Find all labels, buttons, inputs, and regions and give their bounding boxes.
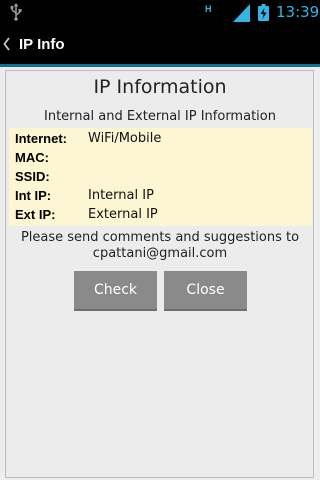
close-button[interactable]: Close	[164, 271, 247, 311]
internet-value: WiFi/Mobile	[88, 131, 162, 146]
dialog-subtitle: Internal and External IP Information	[44, 109, 276, 124]
info-row-ssid: SSID:	[15, 168, 295, 186]
status-clock: 13:39	[276, 3, 320, 21]
action-bar: IP Info	[0, 25, 320, 64]
network-type-label: H	[205, 4, 212, 14]
int-ip-label: Int IP:	[15, 188, 52, 203]
info-row-ext-ip: Ext IP: External IP	[15, 206, 295, 224]
int-ip-value: Internal IP	[88, 188, 154, 203]
info-row-int-ip: Int IP: Internal IP	[15, 187, 295, 205]
mac-label: MAC:	[15, 150, 49, 165]
usb-icon	[10, 3, 22, 21]
action-bar-divider	[0, 64, 320, 67]
info-row-mac: MAC:	[15, 149, 295, 167]
ssid-label: SSID:	[15, 169, 50, 184]
chevron-left-icon[interactable]	[3, 37, 11, 51]
info-row-internet: Internet: WiFi/Mobile	[15, 130, 295, 148]
ext-ip-value: External IP	[88, 207, 158, 222]
ext-ip-label: Ext IP:	[15, 207, 56, 222]
internet-label: Internet:	[15, 131, 67, 146]
status-bar: H 13:39	[0, 0, 320, 25]
dialog-title: IP Information	[93, 76, 227, 98]
comments-text: Please send comments and suggestions to …	[0, 230, 320, 262]
signal-icon: H	[205, 4, 250, 22]
battery-icon	[258, 4, 269, 21]
app-title[interactable]: IP Info	[19, 35, 65, 54]
comments-line: Please send comments and suggestions to	[20, 230, 300, 245]
check-button[interactable]: Check	[74, 271, 157, 311]
contact-email: cpattani@gmail.com	[92, 246, 228, 261]
